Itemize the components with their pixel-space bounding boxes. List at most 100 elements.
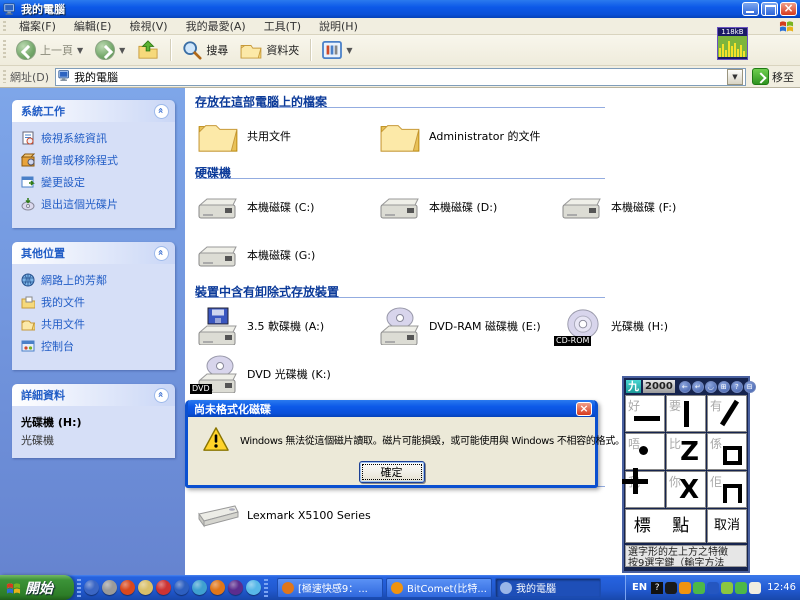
taskbar-grip[interactable]: [264, 578, 268, 597]
quick-launch-icon-7[interactable]: [192, 580, 207, 595]
tray-icon-6[interactable]: [735, 581, 748, 594]
ime-key-9[interactable]: 佢: [707, 471, 747, 508]
menu-item-1[interactable]: 編輯(E): [65, 19, 121, 34]
menu-item-5[interactable]: 說明(H): [310, 19, 367, 34]
tray-icon-5[interactable]: [721, 581, 734, 594]
ime-header[interactable]: 九 2000 ← ↵ ◡ ⊞? ⊟: [624, 378, 756, 395]
item-dvdram[interactable]: DVD-RAM 磁碟機 (E:): [377, 304, 559, 348]
system-tasks-header[interactable]: 系統工作 »: [12, 100, 175, 122]
item-cdrom[interactable]: CD-ROM 光碟機 (H:): [554, 304, 741, 348]
task-button-1[interactable]: [極速快感9：...: [277, 577, 383, 598]
task-link-network[interactable]: 網路上的芳鄰: [21, 272, 169, 288]
start-button[interactable]: 開始: [0, 575, 74, 600]
ime-key-5[interactable]: 比Z: [666, 433, 706, 470]
collapse-chevron-icon[interactable]: »: [154, 387, 169, 403]
item-drive[interactable]: 本機磁碟 (G:): [195, 233, 377, 277]
ime-space-button[interactable]: ◡: [704, 380, 717, 393]
close-button[interactable]: [780, 1, 797, 16]
item-label: 本機磁碟 (C:): [247, 201, 315, 214]
quick-launch-icon-8[interactable]: [210, 580, 225, 595]
other-places-header[interactable]: 其他位置 »: [12, 242, 175, 264]
ime-key-7[interactable]: 我: [622, 468, 665, 508]
task-button-2[interactable]: BitComet(比特...: [386, 577, 492, 598]
collapse-chevron-icon[interactable]: »: [154, 245, 169, 261]
ok-button[interactable]: 確定: [358, 461, 425, 483]
tray-icon-4[interactable]: [707, 581, 720, 594]
folders-button[interactable]: 資料夾: [234, 39, 305, 61]
tray-icon-7[interactable]: [749, 581, 762, 594]
restore-button[interactable]: [761, 2, 778, 16]
menu-item-3[interactable]: 我的最愛(A): [177, 19, 255, 34]
taskbar-grip[interactable]: [77, 578, 81, 597]
menu-item-0[interactable]: 檔案(F): [10, 19, 65, 34]
ime-key-1[interactable]: 好: [625, 395, 665, 432]
task-link-eject[interactable]: 退出這個光碟片: [21, 196, 169, 212]
task-link-sysinfo[interactable]: 檢視系統資訊: [21, 130, 169, 146]
quick-launch-icon-6[interactable]: [174, 580, 189, 595]
ime-key-6[interactable]: 係: [707, 433, 747, 470]
quick-launch-icon-5[interactable]: [156, 580, 171, 595]
title-bar[interactable]: 我的電腦: [0, 0, 800, 18]
item-folder[interactable]: Administrator 的文件: [377, 114, 559, 158]
quick-launch-icon-2[interactable]: [102, 580, 117, 595]
details-header[interactable]: 詳細資料 »: [12, 384, 175, 406]
quick-launch-icon-9[interactable]: [228, 580, 243, 595]
item-folder[interactable]: 共用文件: [195, 114, 377, 158]
task-link-mydocs[interactable]: 我的文件: [21, 294, 169, 310]
dialog-title-bar[interactable]: 尚未格式化磁碟 ×: [188, 400, 595, 417]
dialog-close-button[interactable]: ×: [576, 401, 592, 416]
ime-key-3[interactable]: 有: [707, 395, 747, 432]
ime-help-button[interactable]: ?: [730, 380, 743, 393]
ime-window-button[interactable]: ⊟: [743, 380, 756, 393]
search-button[interactable]: 搜尋: [176, 38, 234, 62]
my-computer-icon: [3, 2, 17, 16]
collapse-chevron-icon[interactable]: »: [154, 103, 169, 119]
tray-icon-2[interactable]: [679, 581, 692, 594]
ime-grid-button[interactable]: ⊞: [717, 380, 730, 393]
task-button-3[interactable]: 我的電腦: [495, 577, 601, 598]
menu-item-4[interactable]: 工具(T): [255, 19, 310, 34]
quick-launch-icon-4[interactable]: [138, 580, 153, 595]
media-type-badge: DVD: [190, 384, 212, 394]
item-drive[interactable]: 本機磁碟 (F:): [559, 185, 741, 229]
address-field[interactable]: ▼: [55, 67, 746, 86]
menu-item-2[interactable]: 檢視(V): [120, 19, 176, 34]
task-link-addremove[interactable]: 新增或移除程式: [21, 152, 169, 168]
network-traffic-monitor[interactable]: 118kB: [717, 27, 748, 60]
task-link-controlpanel[interactable]: 控制台: [21, 338, 169, 354]
stroke-kou-icon: [723, 446, 742, 465]
quick-launch-icon-3[interactable]: [120, 580, 135, 595]
back-label: 上一頁: [40, 44, 73, 57]
punctuation-button[interactable]: 標 點: [625, 509, 706, 543]
task-link-settings[interactable]: 變更設定: [21, 174, 169, 190]
item-drive[interactable]: 本機磁碟 (C:): [195, 185, 377, 229]
item-dvddrive[interactable]: DVD DVD 光碟機 (K:): [190, 352, 377, 396]
ime-help-icon[interactable]: ?: [651, 581, 664, 594]
forward-button[interactable]: ▼: [89, 38, 131, 62]
ime-key-8[interactable]: 你X: [666, 471, 706, 508]
task-link-shareddocs[interactable]: 共用文件: [21, 316, 169, 332]
item-floppy[interactable]: 3.5 軟碟機 (A:): [195, 304, 377, 348]
system-tasks-title: 系統工作: [21, 105, 65, 118]
address-input[interactable]: [74, 70, 724, 83]
minimize-button[interactable]: [742, 2, 759, 16]
up-button[interactable]: [131, 38, 165, 62]
tray-icon-1[interactable]: [665, 581, 678, 594]
ime-key-2[interactable]: 要: [666, 395, 706, 432]
ime-key-hint-char: 係: [710, 437, 723, 451]
address-dropdown-button[interactable]: ▼: [727, 68, 743, 85]
quick-launch-icon-10[interactable]: [246, 580, 261, 595]
language-indicator[interactable]: EN: [632, 582, 647, 593]
item-scanner[interactable]: Lexmark X5100 Series: [195, 493, 377, 537]
item-drive[interactable]: 本機磁碟 (D:): [377, 185, 559, 229]
views-button[interactable]: ▼: [316, 39, 358, 61]
ime-back-button[interactable]: ←: [678, 380, 691, 393]
ime-enter-button[interactable]: ↵: [691, 380, 704, 393]
quick-launch-icon-1[interactable]: [84, 580, 99, 595]
tray-icon-3[interactable]: [693, 581, 706, 594]
back-button[interactable]: 上一頁 ▼: [10, 38, 89, 62]
cancel-button[interactable]: 取消: [707, 509, 747, 543]
details-card: 詳細資料 » 光碟機 (H:) 光碟機: [12, 384, 175, 458]
go-button[interactable]: 移至: [746, 68, 800, 85]
ime-key-4[interactable]: 唔: [625, 433, 665, 470]
